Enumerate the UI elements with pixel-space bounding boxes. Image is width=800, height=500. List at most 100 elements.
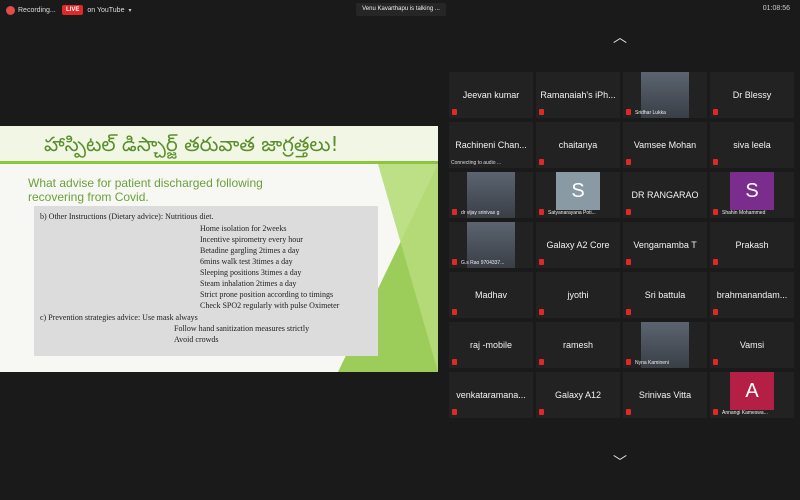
slide-heading: What advise for patient discharged follo…	[28, 176, 328, 204]
scan-line: 6mins walk test 3times a day	[200, 257, 293, 266]
participant-tile[interactable]: Nyna Kamineni	[623, 322, 707, 368]
participant-tile[interactable]: Ramanaiah's iPh...	[536, 72, 620, 118]
participant-tile[interactable]: A Annangi Kameswa...	[710, 372, 794, 418]
muted-mic-icon	[539, 159, 544, 165]
participant-name: Sridhar Lukka	[635, 110, 666, 116]
muted-mic-icon	[452, 259, 457, 265]
muted-mic-icon	[713, 309, 718, 315]
scan-line: Check SPO2 regularly with pulse Oximeter	[200, 301, 340, 310]
participant-name: Nyna Kamineni	[635, 360, 669, 366]
participant-name: Sri battula	[644, 290, 686, 300]
muted-mic-icon	[539, 359, 544, 365]
participant-tile[interactable]: ramesh	[536, 322, 620, 368]
muted-mic-icon	[713, 209, 718, 215]
scan-line: Strict prone position according to timin…	[200, 290, 334, 299]
scanned-document: b) Other Instructions (Dietary advice): …	[34, 206, 378, 356]
muted-mic-icon	[626, 309, 631, 315]
scan-line: Home isolation for 2weeks	[200, 224, 287, 233]
participant-name: Shahin Mohammed	[722, 210, 766, 216]
participant-tile[interactable]: Rachineni Chan... Connecting to audio ...	[449, 122, 533, 168]
participant-tile[interactable]: G.s Rao 9704337...	[449, 222, 533, 268]
muted-mic-icon	[452, 359, 457, 365]
participant-tile[interactable]: brahmanandam...	[710, 272, 794, 318]
participant-tile[interactable]: Vamsi	[710, 322, 794, 368]
scan-line: Sleeping positions 3times a day	[200, 268, 302, 277]
participant-avatar: S	[556, 172, 600, 210]
participant-tile[interactable]: siva leela	[710, 122, 794, 168]
slide-heading-line: recovering from Covid.	[28, 190, 149, 204]
chevron-down-icon[interactable]: ▾	[128, 7, 131, 14]
participant-tile[interactable]: Srinivas Vitta	[623, 372, 707, 418]
recording-indicator[interactable]: Recording...	[6, 4, 56, 16]
muted-mic-icon	[452, 109, 457, 115]
participant-tile[interactable]: jyothi	[536, 272, 620, 318]
participant-avatar: S	[730, 172, 774, 210]
participant-name: Madhav	[474, 290, 508, 300]
slide-heading-line: What advise for patient discharged follo…	[28, 176, 263, 190]
participant-tile[interactable]: raj -mobile	[449, 322, 533, 368]
participant-tile[interactable]: Sridhar Lukka	[623, 72, 707, 118]
participant-tile[interactable]: DR RANGARAO	[623, 172, 707, 218]
live-badge: LIVE	[62, 5, 84, 15]
muted-mic-icon	[539, 209, 544, 215]
participant-tile[interactable]: venkataramana...	[449, 372, 533, 418]
participant-name: Srinivas Vitta	[638, 390, 692, 400]
muted-mic-icon	[626, 259, 631, 265]
meeting-top-bar: Recording... LIVE on YouTube ▾ Venu Kava…	[0, 0, 800, 20]
connection-status: Connecting to audio ...	[451, 160, 502, 166]
scan-line: Incentive spirometry every hour	[200, 235, 303, 244]
participant-name: siva leela	[733, 140, 771, 150]
participant-tile[interactable]: Vengamamba T	[623, 222, 707, 268]
muted-mic-icon	[539, 309, 544, 315]
muted-mic-icon	[452, 409, 457, 415]
participant-name: Galaxy A12	[554, 390, 602, 400]
participant-tile[interactable]: dr vijay srinivas g	[449, 172, 533, 218]
decorative-shape	[378, 164, 438, 372]
muted-mic-icon	[452, 309, 457, 315]
record-icon	[6, 5, 15, 15]
muted-mic-icon	[452, 209, 457, 215]
participant-name: Vamsi	[739, 340, 765, 350]
participant-name: jyothi	[567, 290, 589, 300]
muted-mic-icon	[713, 359, 718, 365]
participant-name: ramesh	[562, 340, 593, 350]
participant-name: DR RANGARAO	[631, 190, 699, 200]
participant-tile[interactable]: Prakash	[710, 222, 794, 268]
scan-line: Betadine gargling 2times a day	[200, 246, 300, 255]
meeting-timer: 01:08:56	[762, 5, 790, 12]
muted-mic-icon	[626, 409, 631, 415]
muted-mic-icon	[539, 259, 544, 265]
participant-name: chaitanya	[558, 140, 598, 150]
muted-mic-icon	[713, 409, 718, 415]
participant-name: dr vijay srinivas g	[461, 210, 500, 216]
live-platform-label: on YouTube	[87, 6, 125, 14]
participant-tile[interactable]: S Shahin Mohammed	[710, 172, 794, 218]
participant-name: Dr Blessy	[732, 90, 772, 100]
muted-mic-icon	[626, 209, 631, 215]
muted-mic-icon	[539, 409, 544, 415]
participant-tile[interactable]: Vamsee Mohan	[623, 122, 707, 168]
live-stream-indicator[interactable]: LIVE on YouTube ▾	[62, 3, 131, 17]
participant-name: venkataramana...	[456, 390, 526, 400]
scan-line: Steam inhalation 2times a day	[200, 279, 297, 288]
muted-mic-icon	[539, 109, 544, 115]
participant-tile[interactable]: Dr Blessy	[710, 72, 794, 118]
muted-mic-icon	[713, 109, 718, 115]
participant-tile[interactable]: chaitanya	[536, 122, 620, 168]
participant-tile[interactable]: Jeevan kumar	[449, 72, 533, 118]
participant-tile[interactable]: Sri battula	[623, 272, 707, 318]
participant-name: Prakash	[735, 240, 769, 250]
scan-line: b) Other Instructions (Dietary advice): …	[40, 212, 214, 221]
recording-label: Recording...	[18, 6, 56, 14]
participant-tile[interactable]: Galaxy A2 Core	[536, 222, 620, 268]
participant-name: Vamsee Mohan	[633, 140, 697, 150]
participant-name: brahmanandam...	[716, 290, 788, 300]
participant-tile[interactable]: Madhav	[449, 272, 533, 318]
chevron-up-icon[interactable]: ︿	[608, 30, 632, 44]
participant-name: Annangi Kameswa...	[722, 410, 768, 416]
chevron-down-icon[interactable]: ﹀	[608, 455, 632, 469]
muted-mic-icon	[713, 259, 718, 265]
participant-tile[interactable]: S Satyanarayana Poti...	[536, 172, 620, 218]
participant-tile[interactable]: Galaxy A12	[536, 372, 620, 418]
participant-name: Ramanaiah's iPh...	[540, 90, 616, 100]
